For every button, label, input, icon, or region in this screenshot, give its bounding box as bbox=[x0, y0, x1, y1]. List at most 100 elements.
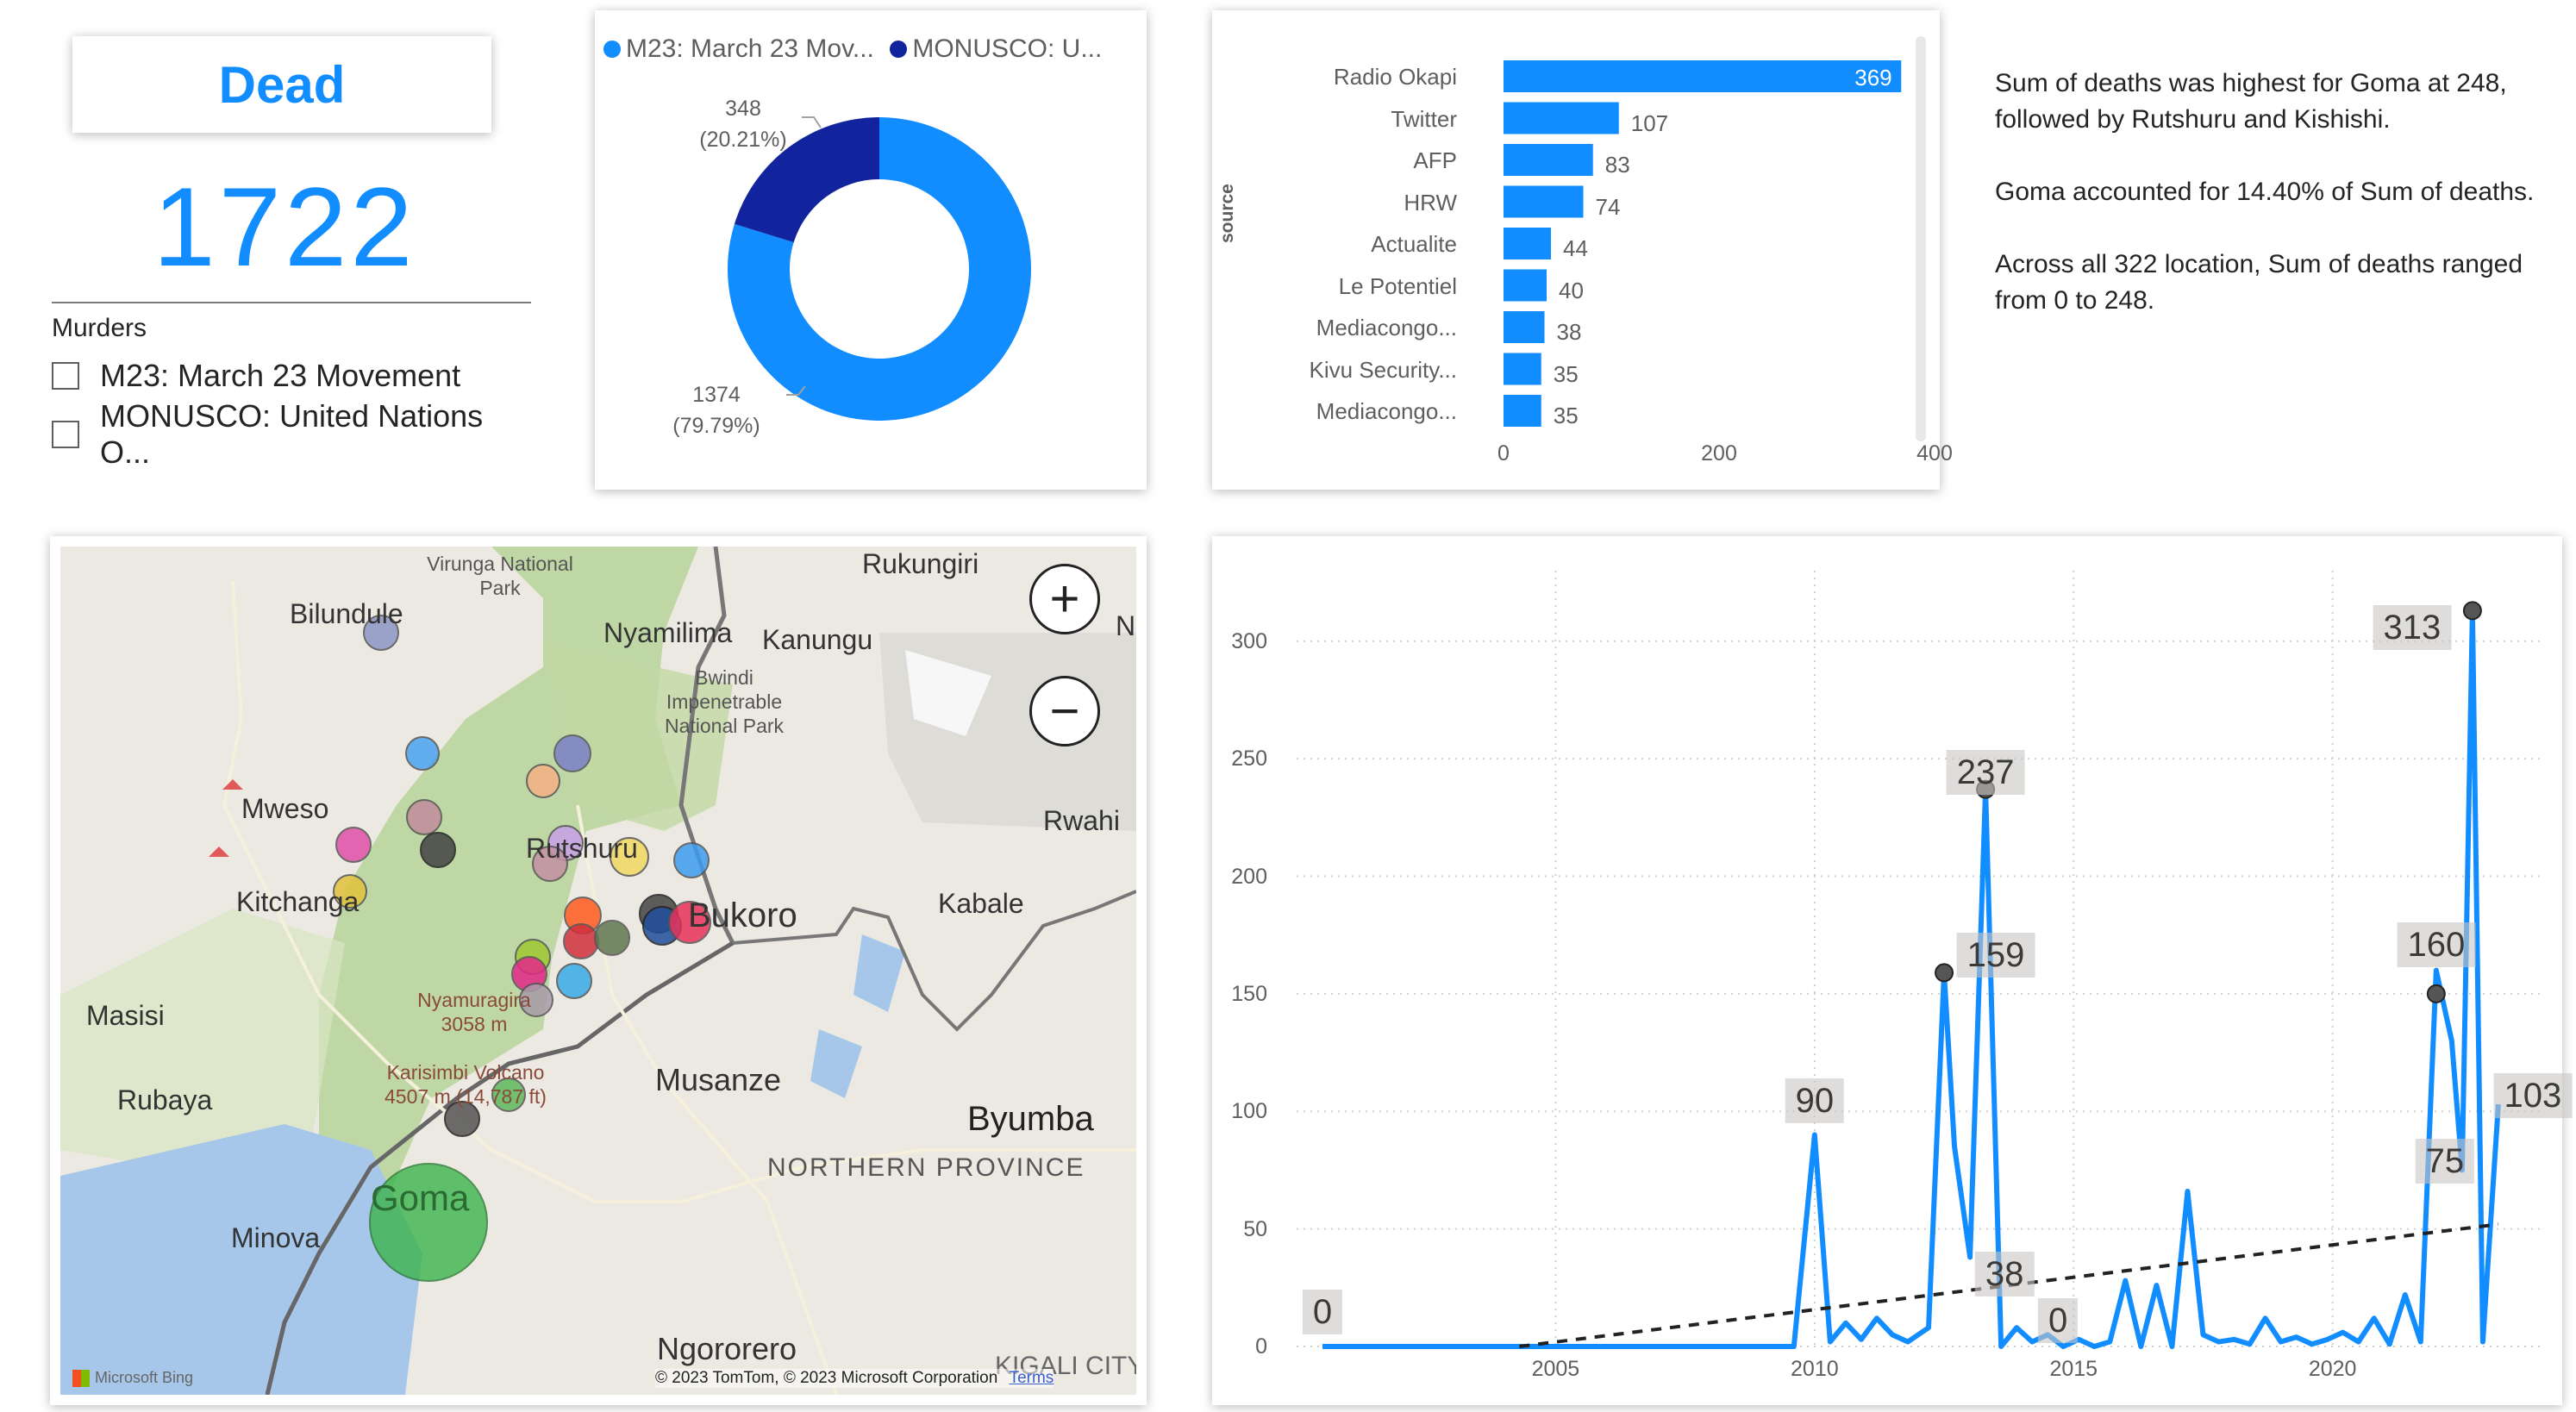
line-chart bbox=[1297, 571, 2540, 1349]
data-point-marker[interactable] bbox=[2462, 601, 2482, 621]
source-bar-chart-card: source Radio Okapi Twitter AFP HRW Actualite… bbox=[1212, 10, 1953, 490]
map-label: Ngororero bbox=[657, 1331, 797, 1366]
map-bubble[interactable] bbox=[526, 764, 560, 798]
map-label: Rubaya bbox=[117, 1084, 213, 1115]
attribution-text: © 2023 TomTom, © 2023 Microsoft Corporat… bbox=[655, 1369, 998, 1387]
line-y-tick: 200 bbox=[1231, 864, 1267, 889]
map-bubble[interactable] bbox=[553, 734, 591, 772]
bar[interactable] bbox=[1504, 395, 1541, 427]
slicer-divider bbox=[52, 302, 531, 303]
bing-text: Microsoft Bing bbox=[95, 1369, 194, 1386]
leader-line bbox=[802, 116, 822, 128]
map-label: Mweso bbox=[241, 793, 329, 824]
line-data-label: 159 bbox=[1956, 933, 2035, 978]
map-label: Goma bbox=[371, 1178, 470, 1218]
bar-scrollbar[interactable] bbox=[1916, 36, 1926, 441]
bar[interactable] bbox=[1504, 311, 1545, 343]
checkbox-icon[interactable] bbox=[52, 362, 79, 390]
map-label: Rwahi bbox=[1043, 805, 1120, 836]
slicer-option-label: M23: March 23 Movement bbox=[100, 358, 461, 393]
line-x-tick: 2010 bbox=[1791, 1357, 1839, 1381]
donut-chart-card: M23: March 23 Mov... MONUSCO: U... 348 (… bbox=[595, 10, 1147, 490]
line-y-tick: 300 bbox=[1231, 628, 1267, 653]
bar[interactable] bbox=[1504, 60, 1902, 92]
minus-icon: − bbox=[1049, 682, 1080, 740]
bar-data-label: 44 bbox=[1563, 235, 1588, 261]
line-y-tick: 50 bbox=[1243, 1216, 1267, 1241]
series-line[interactable] bbox=[1322, 608, 2501, 1349]
bar-data-label: 74 bbox=[1595, 193, 1621, 220]
bar[interactable] bbox=[1504, 102, 1619, 134]
bar-data-label: 83 bbox=[1604, 152, 1630, 178]
map-label: Nyamuragira 3058 m bbox=[417, 989, 531, 1035]
line-y-tick: 0 bbox=[1255, 1334, 1267, 1359]
narrative-paragraph: Across all 322 location, Sum of deaths r… bbox=[1995, 250, 2523, 315]
map[interactable]: Virunga National Park Rukungiri Bilundul… bbox=[60, 547, 1136, 1395]
bar-x-tick: 400 bbox=[1916, 441, 1953, 465]
map-label: Bwindi Impenetrable National Park bbox=[664, 666, 785, 737]
line-data-label: 90 bbox=[1785, 1078, 1845, 1123]
map-label: Kitchanga bbox=[236, 886, 360, 917]
map-label: Rutshuru bbox=[526, 833, 638, 864]
bar-x-tick: 0 bbox=[1497, 441, 1510, 465]
bar[interactable] bbox=[1504, 353, 1541, 385]
bing-logo: Microsoft Bing bbox=[72, 1369, 193, 1387]
map-label: Bilundule bbox=[290, 598, 403, 629]
map-bubble[interactable] bbox=[556, 963, 592, 999]
bar-data-label: 35 bbox=[1553, 403, 1579, 428]
terms-link[interactable]: Terms bbox=[1010, 1369, 1054, 1387]
donut-label-pct: (20.21%) bbox=[699, 128, 787, 152]
narrative-paragraph: Goma accounted for 14.40% of Sum of deat… bbox=[1995, 178, 2535, 206]
map-label: Kanungu bbox=[762, 624, 873, 655]
map-bubble[interactable] bbox=[406, 799, 442, 835]
zoom-in-button[interactable]: + bbox=[1029, 564, 1100, 634]
deaths-line-chart-card: 0 50 100 150 200 250 300 2005 2010 2015 2020 0 90 1… bbox=[1212, 536, 2573, 1405]
bar-data-label: 38 bbox=[1556, 319, 1582, 345]
slicer-option-m23[interactable]: M23: March 23 Movement bbox=[52, 347, 531, 405]
map-visual-card: Virunga National Park Rukungiri Bilundul… bbox=[50, 536, 1147, 1405]
map-bubble[interactable] bbox=[335, 827, 372, 863]
bar-data-label: 40 bbox=[1559, 277, 1584, 303]
map-bubble[interactable] bbox=[563, 923, 599, 959]
kpi-title: Dead bbox=[218, 55, 346, 114]
zoom-out-button[interactable]: − bbox=[1029, 676, 1100, 747]
map-bubbles bbox=[333, 615, 711, 1282]
map-bubble[interactable] bbox=[405, 736, 440, 771]
bar[interactable] bbox=[1504, 269, 1547, 302]
bar-data-label: 107 bbox=[1630, 109, 1669, 136]
line-y-tick: 100 bbox=[1231, 1099, 1267, 1124]
donut-label-monusco: 348 (20.21%) bbox=[691, 93, 795, 155]
bar[interactable] bbox=[1504, 144, 1593, 176]
line-data-label: 0 bbox=[1302, 1290, 1343, 1334]
narrative-paragraph: Sum of deaths was highest for Goma at 24… bbox=[1995, 69, 2507, 134]
data-point-marker[interactable] bbox=[2426, 984, 2446, 1003]
line-data-label: 0 bbox=[2038, 1298, 2079, 1343]
donut-label-value: 1374 bbox=[692, 383, 741, 407]
plus-icon: + bbox=[1049, 570, 1080, 628]
line-data-label: 313 bbox=[2373, 605, 2452, 651]
kpi-value: 1722 bbox=[153, 164, 416, 290]
slicer-option-monusco[interactable]: MONUSCO: United Nations O... bbox=[52, 398, 531, 470]
map-bubble[interactable] bbox=[594, 920, 630, 956]
line-data-label: 75 bbox=[2415, 1139, 2475, 1184]
kpi-title-card: Dead bbox=[72, 36, 491, 133]
bar[interactable] bbox=[1504, 185, 1584, 218]
bar[interactable] bbox=[1504, 228, 1551, 259]
map-attribution: © 2023 TomTom, © 2023 Microsoft Corporat… bbox=[655, 1369, 1054, 1388]
map-label: Karisimbi Volcano 4507 m (14,787 ft) bbox=[385, 1061, 547, 1108]
line-data-label: 160 bbox=[2397, 922, 2476, 967]
checkbox-icon[interactable] bbox=[52, 421, 79, 448]
map-label: Rukungiri bbox=[862, 548, 979, 579]
donut-label-m23: 1374 (79.79%) bbox=[652, 379, 781, 441]
line-data-label: 103 bbox=[2493, 1073, 2573, 1119]
slicer-title: Murders bbox=[52, 314, 147, 342]
donut-label-value: 348 bbox=[725, 97, 761, 121]
map-bubble[interactable] bbox=[420, 832, 456, 868]
line-x-tick: 2005 bbox=[1531, 1357, 1580, 1381]
data-point-marker[interactable] bbox=[1935, 963, 1954, 983]
bar-data-label: 35 bbox=[1553, 360, 1579, 387]
map-label: NORTHERN PROVINCE bbox=[767, 1153, 1085, 1182]
map-label: Musanze bbox=[655, 1062, 782, 1097]
map-label: Minova bbox=[231, 1222, 321, 1253]
map-bubble[interactable] bbox=[673, 842, 710, 878]
